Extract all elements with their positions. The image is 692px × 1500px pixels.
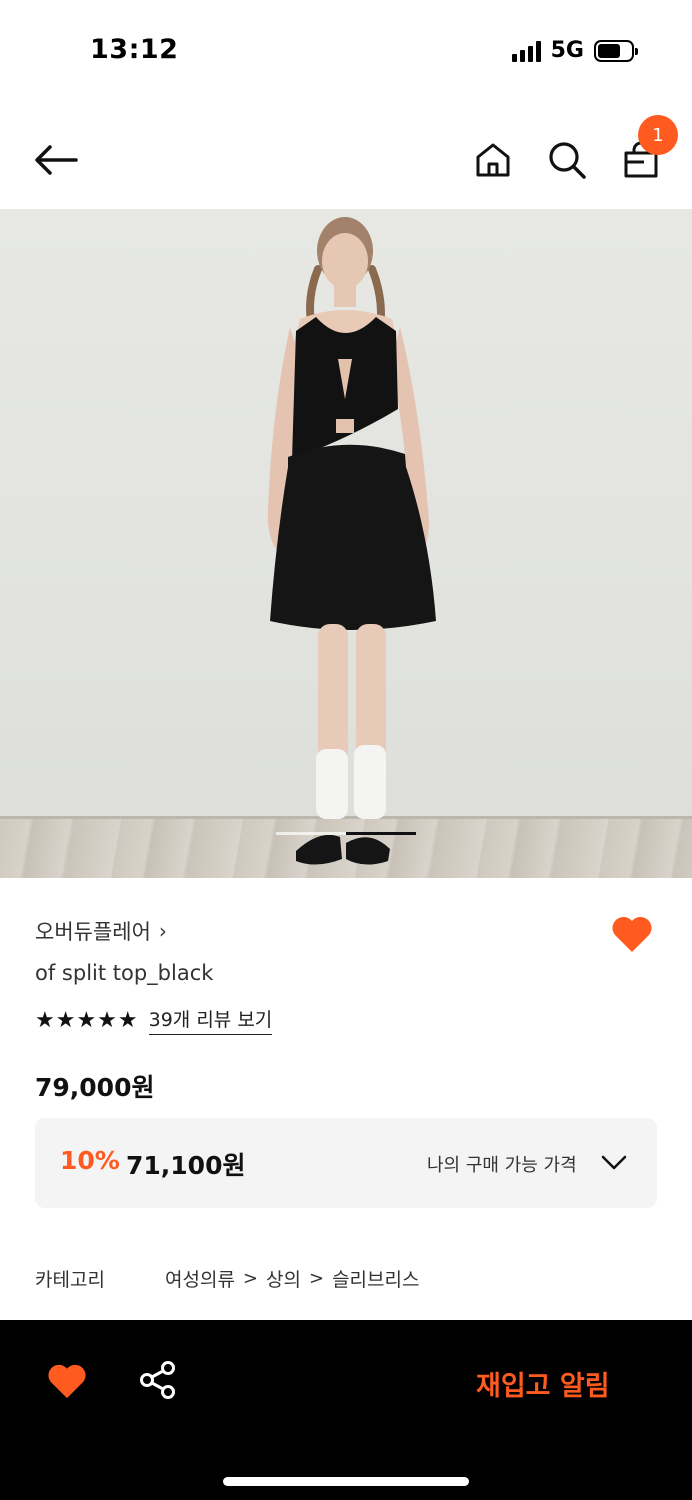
rating-row: ★★★★★ 39개 리뷰 보기	[35, 1005, 273, 1035]
cart-count-badge: 1	[638, 115, 678, 155]
wishlist-button[interactable]	[610, 914, 654, 954]
original-price: 79,000원	[35, 1073, 155, 1102]
category-breadcrumb: 여성의류 > 상의 > 슬리브리스	[165, 1265, 419, 1292]
product-image-carousel[interactable]	[0, 209, 692, 878]
status-indicators: 5G	[511, 38, 638, 63]
top-nav-bar	[0, 110, 692, 208]
category-item[interactable]: 슬리브리스	[332, 1265, 419, 1292]
my-price-dropdown[interactable]: 10% 71,100원 나의 구매 가능 가격	[35, 1118, 657, 1208]
category-item[interactable]: 여성의류	[165, 1265, 235, 1292]
home-icon	[476, 143, 510, 177]
category-item[interactable]: 상의	[266, 1265, 301, 1292]
home-indicator	[223, 1477, 469, 1486]
chevron-right-icon: >	[308, 1268, 325, 1289]
signal-icon	[511, 40, 541, 62]
chevron-right-icon: >	[242, 1268, 259, 1289]
product-name: of split top_black	[35, 961, 214, 985]
category-row: 카테고리 여성의류 > 상의 > 슬리브리스	[35, 1265, 419, 1292]
bottom-action-bar: 재입고 알림	[0, 1320, 692, 1500]
product-photo	[267, 217, 436, 865]
star-rating: ★★★★★	[35, 1007, 139, 1033]
search-button[interactable]	[541, 134, 593, 186]
chevron-down-icon	[601, 1155, 627, 1170]
back-button[interactable]	[30, 134, 82, 186]
carousel-indicator-active	[346, 832, 416, 835]
share-icon	[140, 1361, 175, 1399]
heart-icon	[612, 916, 652, 952]
category-label: 카테고리	[35, 1269, 105, 1291]
arrow-left-icon	[35, 145, 78, 175]
network-type: 5G	[550, 38, 584, 63]
restock-alert-button[interactable]: 재입고 알림	[476, 1364, 610, 1403]
brand-link[interactable]: 오버듀플레어 ›	[35, 916, 167, 946]
discount-price: 71,100원	[126, 1151, 246, 1180]
brand-name: 오버듀플레어	[35, 920, 151, 944]
carousel-indicator	[276, 832, 416, 835]
bottom-wishlist-button[interactable]	[46, 1362, 90, 1402]
heart-icon	[48, 1364, 86, 1399]
review-link[interactable]: 39개 리뷰 보기	[148, 1005, 273, 1035]
home-button[interactable]	[467, 134, 519, 186]
discount-rate: 10%	[60, 1146, 120, 1175]
status-bar: 13:12 5G	[0, 0, 692, 100]
status-time: 13:12	[90, 34, 179, 65]
share-button[interactable]	[138, 1360, 178, 1400]
my-price-label: 나의 구매 가능 가격	[427, 1155, 577, 1176]
chevron-right-icon: ›	[158, 919, 167, 943]
search-icon	[549, 142, 586, 179]
battery-icon	[594, 39, 638, 62]
